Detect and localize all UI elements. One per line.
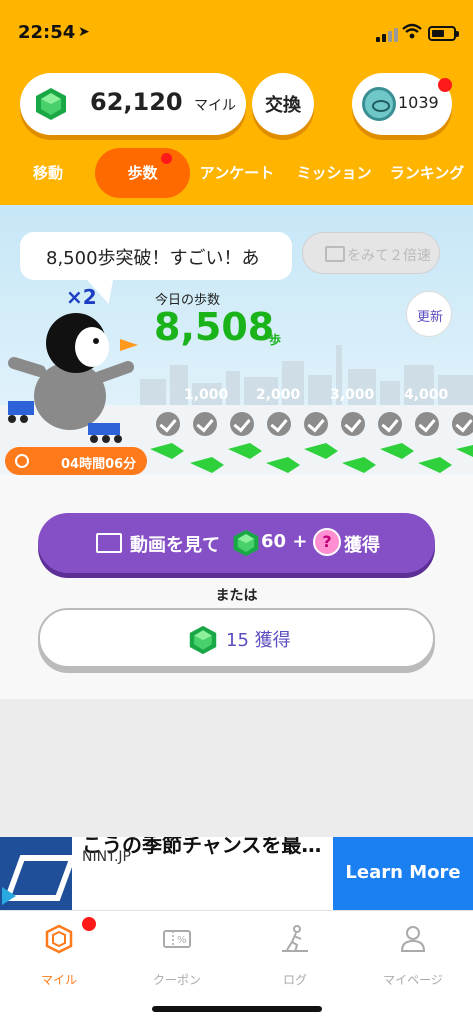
ad-site: NINT.JP bbox=[82, 849, 131, 865]
milestone-label: 2,000 bbox=[256, 387, 301, 403]
svg-text:%: % bbox=[177, 935, 187, 946]
milestone-label: 4,000 bbox=[404, 387, 449, 403]
milestone-check-icon bbox=[304, 412, 328, 436]
refresh-button[interactable]: 更新 bbox=[406, 291, 452, 337]
steps-unit: 歩 bbox=[269, 333, 282, 347]
milestone-check-icon bbox=[341, 412, 365, 436]
ad-cta-label: Learn More bbox=[345, 862, 461, 883]
app-header: 22:54 ➤ 62,120 マイル 交換 1039 移動 歩数 アンケート ミ… bbox=[0, 0, 473, 205]
exchange-label: 交換 bbox=[265, 95, 301, 116]
nav-miles-badge bbox=[82, 917, 96, 931]
nav-item-coupon[interactable]: % クーポン bbox=[118, 919, 236, 989]
tab-label: ミッション bbox=[296, 164, 372, 182]
hexagon-gem-icon bbox=[45, 924, 73, 954]
tab-label: 歩数 bbox=[127, 164, 158, 182]
reward-actions: 動画を見て 60 + ? 獲得 または 15 獲得 bbox=[0, 475, 473, 699]
get-reward-button[interactable]: 15 獲得 bbox=[38, 608, 435, 668]
ad-learn-more-button[interactable]: Learn More bbox=[333, 837, 473, 910]
tab-move[interactable]: 移動 bbox=[10, 148, 86, 198]
green-gem-icon bbox=[233, 529, 259, 557]
milestone-check-icon bbox=[267, 412, 291, 436]
coin-balance[interactable]: 1039 bbox=[352, 73, 452, 135]
speech-bubble: 8,500歩突破！すごい！あ bbox=[20, 232, 292, 280]
refresh-label: 更新 bbox=[416, 310, 443, 325]
milestone-check-icon bbox=[230, 412, 254, 436]
steps-scene: 8,500歩突破！すごい！あ をみて２倍速 ×2 今日の歩数 8,508 歩 更… bbox=[0, 205, 473, 475]
double-speed-label: をみて２倍速 bbox=[347, 248, 431, 264]
tab-label: 移動 bbox=[32, 164, 63, 182]
milestone-check-icon bbox=[452, 412, 473, 436]
timer-text: 04時間06分 bbox=[61, 457, 137, 472]
watch-video-reward-button[interactable]: 動画を見て 60 + ? 獲得 bbox=[38, 513, 435, 573]
get-reward-label: 15 獲得 bbox=[226, 630, 291, 651]
person-icon bbox=[400, 926, 426, 952]
tab-steps-badge bbox=[161, 153, 172, 164]
home-indicator bbox=[152, 1006, 322, 1012]
video-amount: 60 + bbox=[261, 531, 308, 552]
milestone-check-icon bbox=[193, 412, 217, 436]
tab-mission[interactable]: ミッション bbox=[288, 148, 380, 198]
green-gem-icon bbox=[36, 88, 66, 120]
nav-item-log[interactable]: ログ bbox=[236, 919, 354, 989]
tab-ranking[interactable]: ランキング bbox=[384, 148, 470, 198]
speech-text: 8,500歩突破！すごい！あ bbox=[46, 248, 260, 269]
green-gem-icon bbox=[189, 625, 217, 655]
milestone-label: 3,000 bbox=[330, 387, 375, 403]
or-label: または bbox=[215, 588, 258, 604]
elapsed-timer: 04時間06分 bbox=[5, 447, 147, 475]
today-steps-value: 8,508 bbox=[154, 305, 275, 349]
nav-label: クーポン bbox=[152, 973, 201, 987]
video-get-label: 獲得 bbox=[344, 535, 380, 556]
penguin-mascot bbox=[8, 313, 138, 443]
tab-survey[interactable]: アンケート bbox=[194, 148, 280, 198]
miles-balance[interactable]: 62,120 マイル bbox=[20, 73, 246, 135]
nav-label: ログ bbox=[282, 973, 307, 987]
film-icon bbox=[96, 533, 122, 553]
nav-item-miles[interactable]: マイル bbox=[0, 919, 118, 989]
milestone-label: 1,000 bbox=[184, 387, 229, 403]
tab-label: アンケート bbox=[199, 164, 275, 182]
miles-value: 62,120 bbox=[90, 88, 183, 116]
wifi-icon bbox=[402, 23, 422, 39]
coupon-icon: % bbox=[163, 930, 191, 948]
nav-label: マイページ bbox=[383, 973, 443, 987]
milestone-check-icon bbox=[156, 412, 180, 436]
watch-video-double-speed-button[interactable]: をみて２倍速 bbox=[302, 232, 440, 274]
status-bar: 22:54 ➤ bbox=[0, 0, 473, 58]
miles-unit: マイル bbox=[194, 98, 236, 114]
milestone-check-icon bbox=[378, 412, 402, 436]
exchange-button[interactable]: 交換 bbox=[252, 73, 314, 135]
walking-log-icon bbox=[282, 925, 308, 953]
ad-banner[interactable]: こうの季節チャンスを最… NINT.JP Learn More bbox=[0, 837, 473, 910]
nav-item-mypage[interactable]: マイページ bbox=[354, 919, 472, 989]
tab-steps[interactable]: 歩数 bbox=[95, 148, 190, 198]
milestone-check-icon bbox=[415, 412, 439, 436]
adchoices-icon[interactable] bbox=[2, 887, 16, 905]
battery-icon bbox=[428, 26, 459, 41]
category-tabs: 移動 歩数 アンケート ミッション ランキング bbox=[0, 148, 473, 198]
footprint-trail bbox=[150, 443, 473, 473]
mystery-bonus-icon: ? bbox=[313, 528, 341, 556]
fish-coin-icon bbox=[362, 87, 396, 121]
film-icon bbox=[325, 246, 345, 262]
nav-label: マイル bbox=[40, 973, 77, 987]
tab-label: ランキング bbox=[389, 164, 465, 182]
coin-count: 1039 bbox=[398, 93, 439, 112]
coin-notification-badge bbox=[438, 78, 452, 92]
cellular-signal-icon bbox=[376, 26, 400, 42]
status-time: 22:54 bbox=[18, 22, 76, 43]
video-label: 動画を見て bbox=[130, 535, 220, 556]
stopwatch-icon bbox=[15, 454, 29, 468]
location-arrow-icon: ➤ bbox=[78, 24, 90, 40]
empty-area bbox=[0, 699, 473, 837]
